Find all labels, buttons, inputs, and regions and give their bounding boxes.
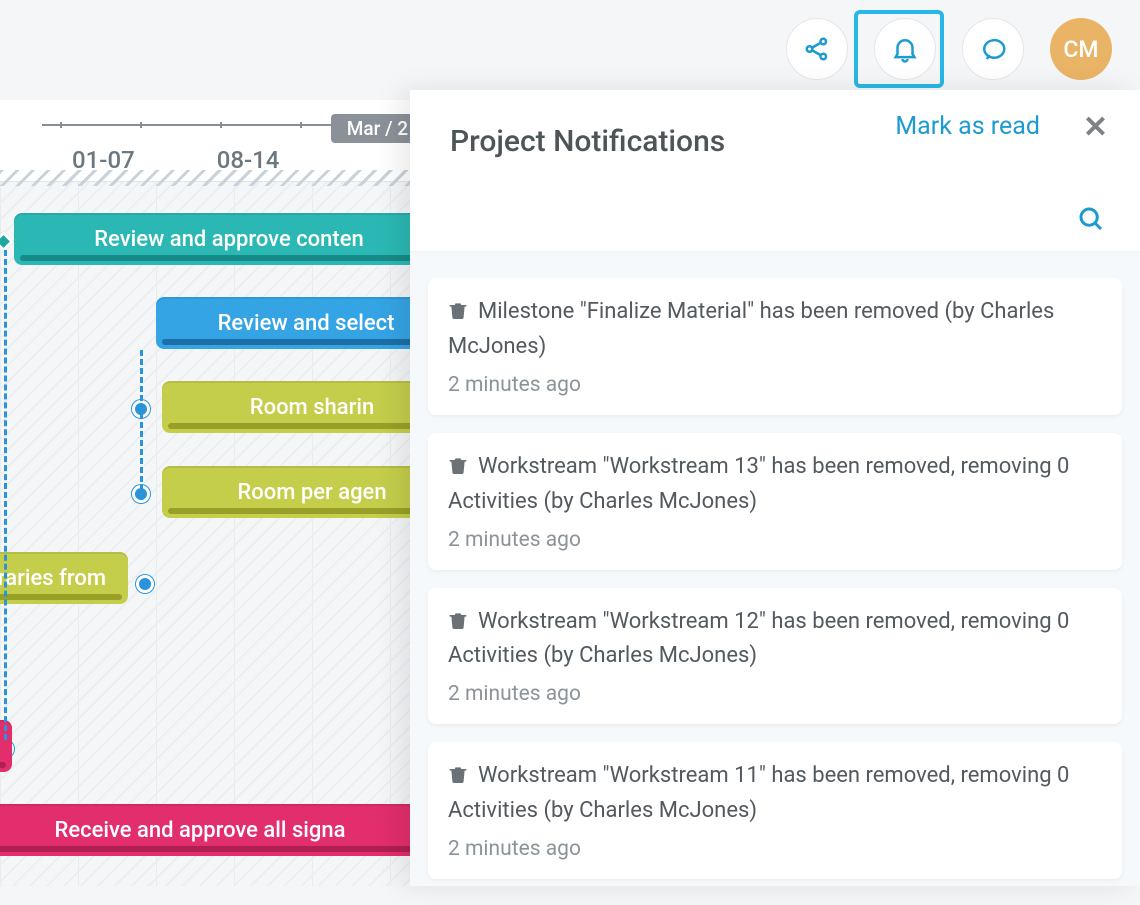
notification-card[interactable]: Workstream "Workstream 12" has been remo… <box>428 588 1122 725</box>
notification-text: Workstream "Workstream 13" has been remo… <box>448 454 1069 514</box>
notifications-header: Project Notifications Mark as read ✕ <box>410 90 1140 190</box>
bar-label: Room per agen <box>237 480 386 505</box>
gantt-bar-review-approve-content[interactable]: Review and approve conten <box>14 213 430 265</box>
topbar: CM <box>0 0 1140 100</box>
gantt-chart[interactable]: Mar / 2 01-07 08-14 Review and approve c… <box>0 100 430 886</box>
notification-time: 2 minutes ago <box>448 682 1102 706</box>
notifications-list[interactable]: Milestone "Finalize Material" has been r… <box>410 252 1140 905</box>
notification-time: 2 minutes ago <box>448 373 1102 397</box>
gantt-bar-libraries[interactable]: raries from <box>0 552 128 604</box>
dependency-line <box>4 250 7 740</box>
mark-as-read-link[interactable]: Mark as read <box>895 112 1040 141</box>
trash-icon <box>448 763 468 795</box>
notifications-search-row <box>410 190 1140 252</box>
bar-label: Review and select <box>218 311 395 336</box>
chat-button[interactable] <box>962 18 1024 80</box>
gantt-bar-room-sharing[interactable]: Room sharin <box>162 381 430 433</box>
close-icon[interactable]: ✕ <box>1083 110 1108 145</box>
notification-card[interactable]: Milestone "Finalize Material" has been r… <box>428 278 1122 415</box>
bar-label: raries from <box>0 566 106 591</box>
notification-card[interactable]: Workstream "Workstream 11" has been remo… <box>428 742 1122 879</box>
bar-label: Room sharin <box>250 395 374 420</box>
dependency-node[interactable] <box>136 575 154 593</box>
search-icon[interactable] <box>1076 204 1106 238</box>
gantt-bar-review-select[interactable]: Review and select <box>156 297 430 349</box>
dependency-line <box>140 350 143 500</box>
notification-card[interactable]: Workstream "Workstream 13" has been remo… <box>428 433 1122 570</box>
bar-label: Review and approve conten <box>94 227 364 252</box>
trash-icon <box>448 454 468 486</box>
notification-text: Milestone "Finalize Material" has been r… <box>448 299 1054 359</box>
share-button[interactable] <box>786 18 848 80</box>
notification-time: 2 minutes ago <box>448 837 1102 861</box>
gantt-bar-receive-approve[interactable]: Receive and approve all signa <box>0 804 430 856</box>
gantt-bar-room-per-agent[interactable]: Room per agen <box>162 466 430 518</box>
notifications-panel: Project Notifications Mark as read ✕ Mil… <box>410 90 1140 886</box>
trash-icon <box>448 299 468 331</box>
notification-text: Workstream "Workstream 12" has been remo… <box>448 609 1069 669</box>
trash-icon <box>448 609 468 641</box>
avatar-initials: CM <box>1063 36 1098 63</box>
notification-time: 2 minutes ago <box>448 528 1102 552</box>
user-avatar[interactable]: CM <box>1050 18 1112 80</box>
bar-label: Receive and approve all signa <box>55 818 346 843</box>
notifications-button[interactable] <box>874 18 936 80</box>
notification-text: Workstream "Workstream 11" has been remo… <box>448 763 1069 823</box>
